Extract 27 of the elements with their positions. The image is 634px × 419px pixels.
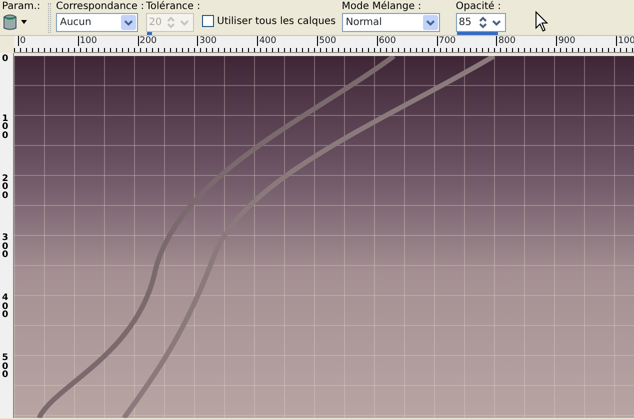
field-label: Opacité :	[456, 1, 502, 12]
ruler-number: 0	[2, 55, 8, 64]
ruler-number: 100	[78, 36, 97, 46]
ruler-number: 400	[2, 294, 8, 320]
ruler-number: 900	[556, 36, 576, 46]
ruler-number: 200	[2, 174, 8, 200]
blend-mode-select[interactable]: Normal	[342, 13, 440, 32]
match-mode-select[interactable]: Aucun	[56, 13, 138, 32]
checkbox-label: Utiliser tous les calques	[217, 16, 336, 26]
ruler-number: 500	[317, 36, 336, 46]
field-label: Mode Mélange :	[342, 1, 422, 12]
opacity-field[interactable]: 85	[456, 13, 506, 32]
mouse-pointer-icon	[535, 11, 549, 33]
ruler-number: 700	[436, 36, 456, 46]
ruler-number: 800	[496, 36, 516, 46]
checkbox[interactable]	[202, 15, 214, 27]
ruler-number: 300	[197, 36, 217, 46]
ruler-number: 500	[2, 354, 8, 380]
ruler-number: 300	[2, 234, 8, 260]
ruler-number: 100	[2, 114, 8, 140]
ruler-number: 200	[138, 36, 157, 46]
ruler-number: 400	[257, 36, 276, 46]
ruler-number: 0	[18, 36, 26, 46]
presets-label: Param.:	[2, 1, 42, 12]
ruler-number: 600	[376, 36, 396, 46]
caret-icon[interactable]	[21, 20, 27, 24]
paint-bucket-icon	[2, 13, 18, 31]
